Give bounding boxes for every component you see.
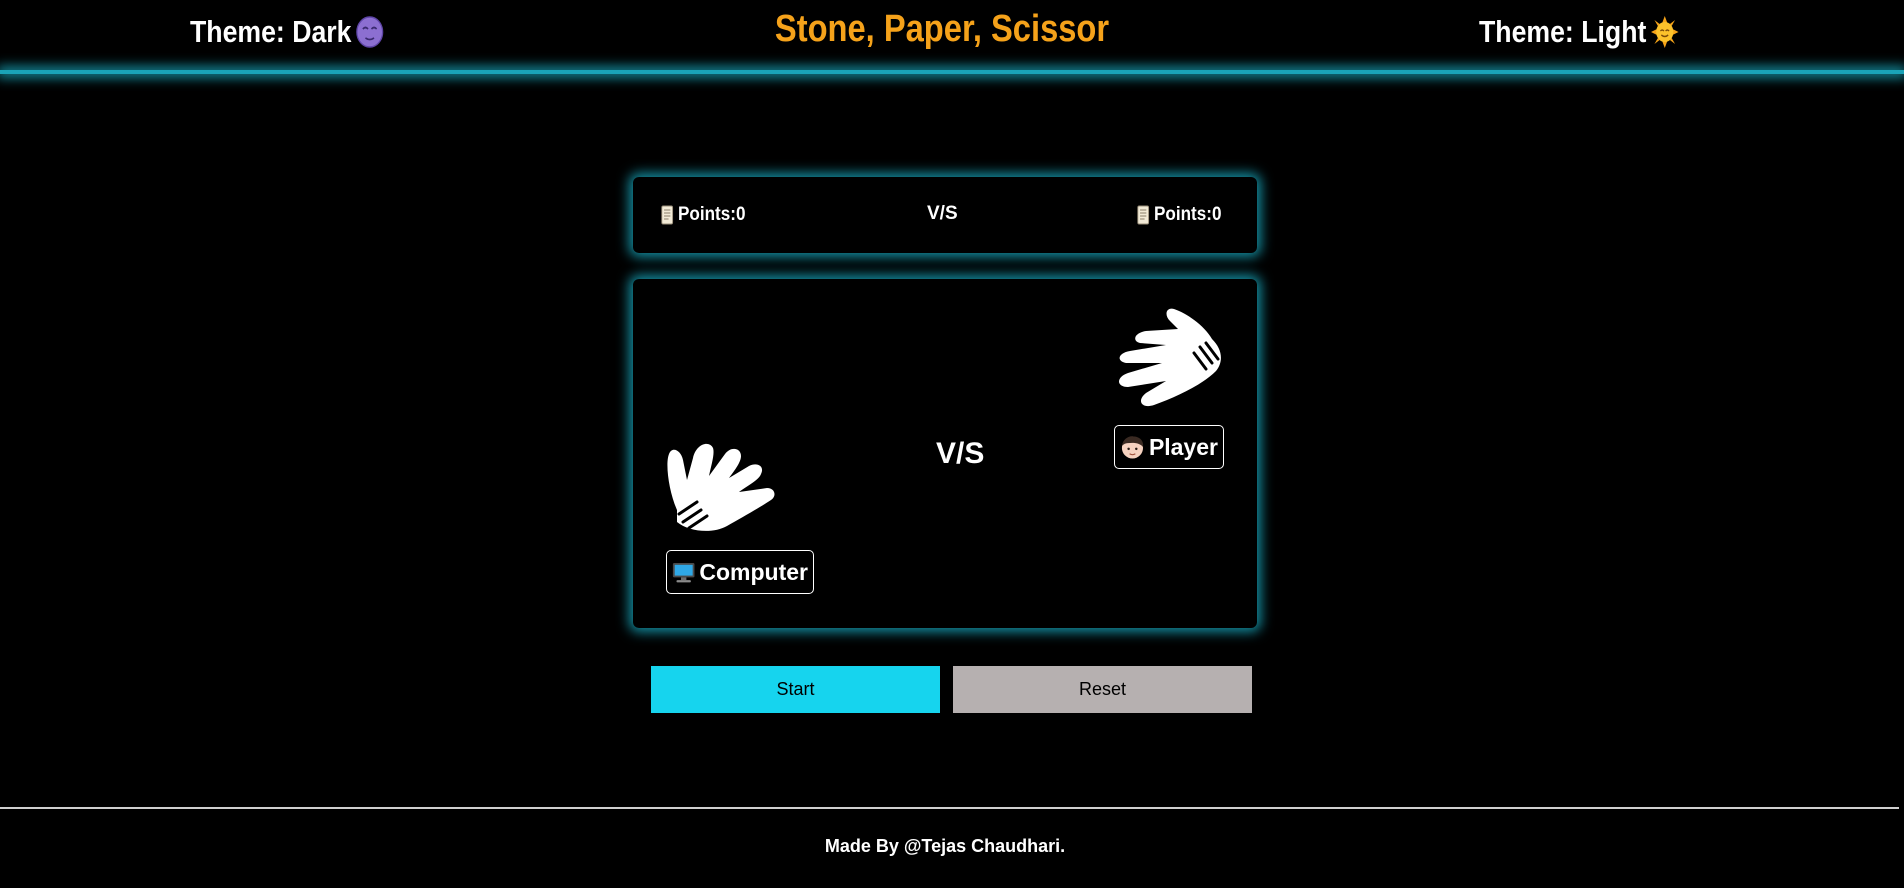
score-vs-label: V/S [927, 203, 958, 224]
game-arena: V/S Player Computer [633, 279, 1257, 628]
reset-button[interactable]: Reset [953, 666, 1252, 713]
footer-divider [0, 807, 1899, 809]
player-label-box: Player [1114, 425, 1224, 469]
player-points-label: Points:0 [1154, 204, 1222, 225]
score-panel: Points:0 V/S Points:0 [633, 177, 1257, 253]
footer-credit: Made By @Tejas Chaudhari. [824, 836, 1066, 856]
computer-label-box: Computer [666, 550, 814, 594]
computer-label: Computer [699, 558, 808, 585]
theme-light-toggle[interactable]: Theme: Light [1479, 14, 1679, 50]
player-label: Player [1148, 433, 1218, 460]
computer-hand-icon [667, 443, 775, 531]
header: Theme: Dark Stone, Paper, Scissor Theme:… [0, 0, 1904, 70]
start-button[interactable]: Start [651, 666, 940, 713]
header-divider [0, 70, 1904, 74]
scroll-icon [661, 205, 674, 225]
sun-face-icon [1650, 16, 1679, 48]
boy-face-icon [1121, 436, 1144, 459]
page: Theme: Dark Stone, Paper, Scissor Theme:… [0, 0, 1904, 888]
theme-light-label: Theme: Light [1479, 14, 1647, 49]
player-hand-icon [1119, 308, 1221, 407]
scroll-icon [1137, 205, 1150, 225]
computer-points: Points:0 [660, 204, 745, 226]
arena-vs-label: V/S [936, 437, 985, 470]
player-points: Points:0 [1136, 204, 1221, 226]
computer-points-label: Points:0 [678, 204, 746, 225]
computer-monitor-icon [672, 563, 695, 583]
